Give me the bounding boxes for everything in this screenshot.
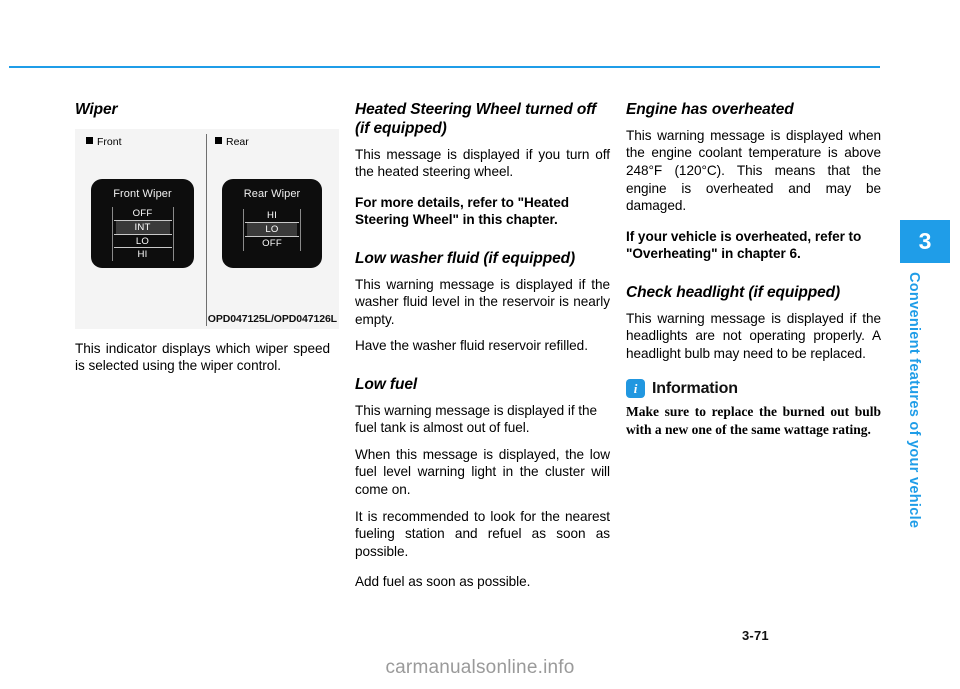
information-header: i Information [626, 379, 881, 399]
info-icon: i [626, 379, 645, 399]
section-heading-low-fuel: Low fuel [355, 375, 418, 393]
information-title: Information [652, 379, 738, 397]
rear-wiper-option-hi: HI [267, 209, 277, 221]
front-wiper-option-hi: HI [137, 248, 148, 260]
header-rule [9, 66, 880, 68]
front-wiper-option-lo: LO [135, 235, 150, 247]
rear-wiper-title: Rear Wiper [243, 187, 301, 200]
section-heading-check-headlight: Check headlight (if equipped) [626, 283, 841, 301]
bullet-square-icon [86, 136, 93, 144]
engine-overheated-paragraph: This warning message is displayed when t… [626, 127, 881, 214]
figure-label-front: Front [86, 136, 122, 148]
section-heading-heated-steering: Heated Steering Wheel turned off (if equ… [355, 101, 597, 137]
engine-overheated-note: If your vehicle is overheated, refer to … [626, 228, 862, 262]
check-headlight-paragraph: This warning message is displayed if the… [626, 310, 881, 361]
low-washer-paragraph-1: This warning message is displayed if the… [355, 276, 610, 327]
front-wiper-option-int: INT [115, 220, 170, 234]
ladder-rail-right [300, 208, 301, 251]
information-body: Make sure to replace the burned out bulb… [626, 404, 881, 437]
rear-wiper-option-lo: LO [247, 222, 297, 236]
manual-page: Wiper Front Rear Front Wiper OFF INT LO … [0, 0, 960, 689]
front-wiper-display: Front Wiper OFF INT LO HI [91, 178, 194, 268]
low-fuel-paragraph-2: When this message is displayed, the low … [355, 446, 610, 497]
ladder-rail-left [243, 208, 244, 251]
watermark: carmanualsonline.info [385, 657, 575, 678]
figure-divider [206, 133, 207, 326]
low-washer-paragraph-2: Have the washer fluid reservoir refilled… [355, 338, 588, 354]
chapter-number-tab: 3 [900, 220, 950, 263]
heated-steering-note: For more details, refer to "Heated Steer… [355, 194, 569, 228]
bullet-square-icon [215, 136, 222, 144]
front-wiper-title: Front Wiper [113, 187, 172, 200]
figure-label-rear: Rear [215, 136, 249, 148]
left-column: Wiper Front Rear Front Wiper OFF INT LO … [75, 101, 339, 375]
wiper-figure: Front Rear Front Wiper OFF INT LO HI Rea… [75, 128, 339, 329]
chapter-title-vertical: Convenient features of your vehicle [906, 272, 922, 529]
low-fuel-paragraph-3: It is recommended to look for the neares… [355, 508, 610, 559]
section-heading-engine-overheated: Engine has overheated [626, 101, 794, 118]
figure-caption: OPD047125L/OPD047126L [207, 312, 337, 325]
ladder-rail-left [111, 206, 113, 261]
wiper-description: This indicator displays which wiper spee… [75, 340, 330, 374]
heated-steering-paragraph: This message is displayed if you turn of… [355, 146, 610, 180]
figure-label-front-text: Front [97, 135, 122, 148]
low-fuel-paragraph-1: This warning message is displayed if the… [355, 402, 598, 436]
figure-label-rear-text: Rear [226, 135, 249, 148]
front-wiper-ladder: OFF INT LO HI [111, 206, 174, 261]
right-column: Engine has overheated This warning messa… [626, 101, 881, 438]
middle-column: Heated Steering Wheel turned off (if equ… [355, 101, 610, 591]
rear-wiper-ladder: HI LO OFF [243, 208, 301, 251]
section-heading-wiper: Wiper [75, 101, 118, 118]
section-heading-low-washer: Low washer fluid (if equipped) [355, 249, 576, 267]
rear-wiper-option-off: OFF [262, 237, 282, 249]
rear-wiper-display: Rear Wiper HI LO OFF [222, 178, 322, 268]
page-number: 3-71 [742, 628, 769, 643]
front-wiper-option-off: OFF [132, 207, 153, 219]
ladder-rail-right [172, 206, 174, 261]
low-fuel-paragraph-4: Add fuel as soon as possible. [355, 574, 531, 590]
